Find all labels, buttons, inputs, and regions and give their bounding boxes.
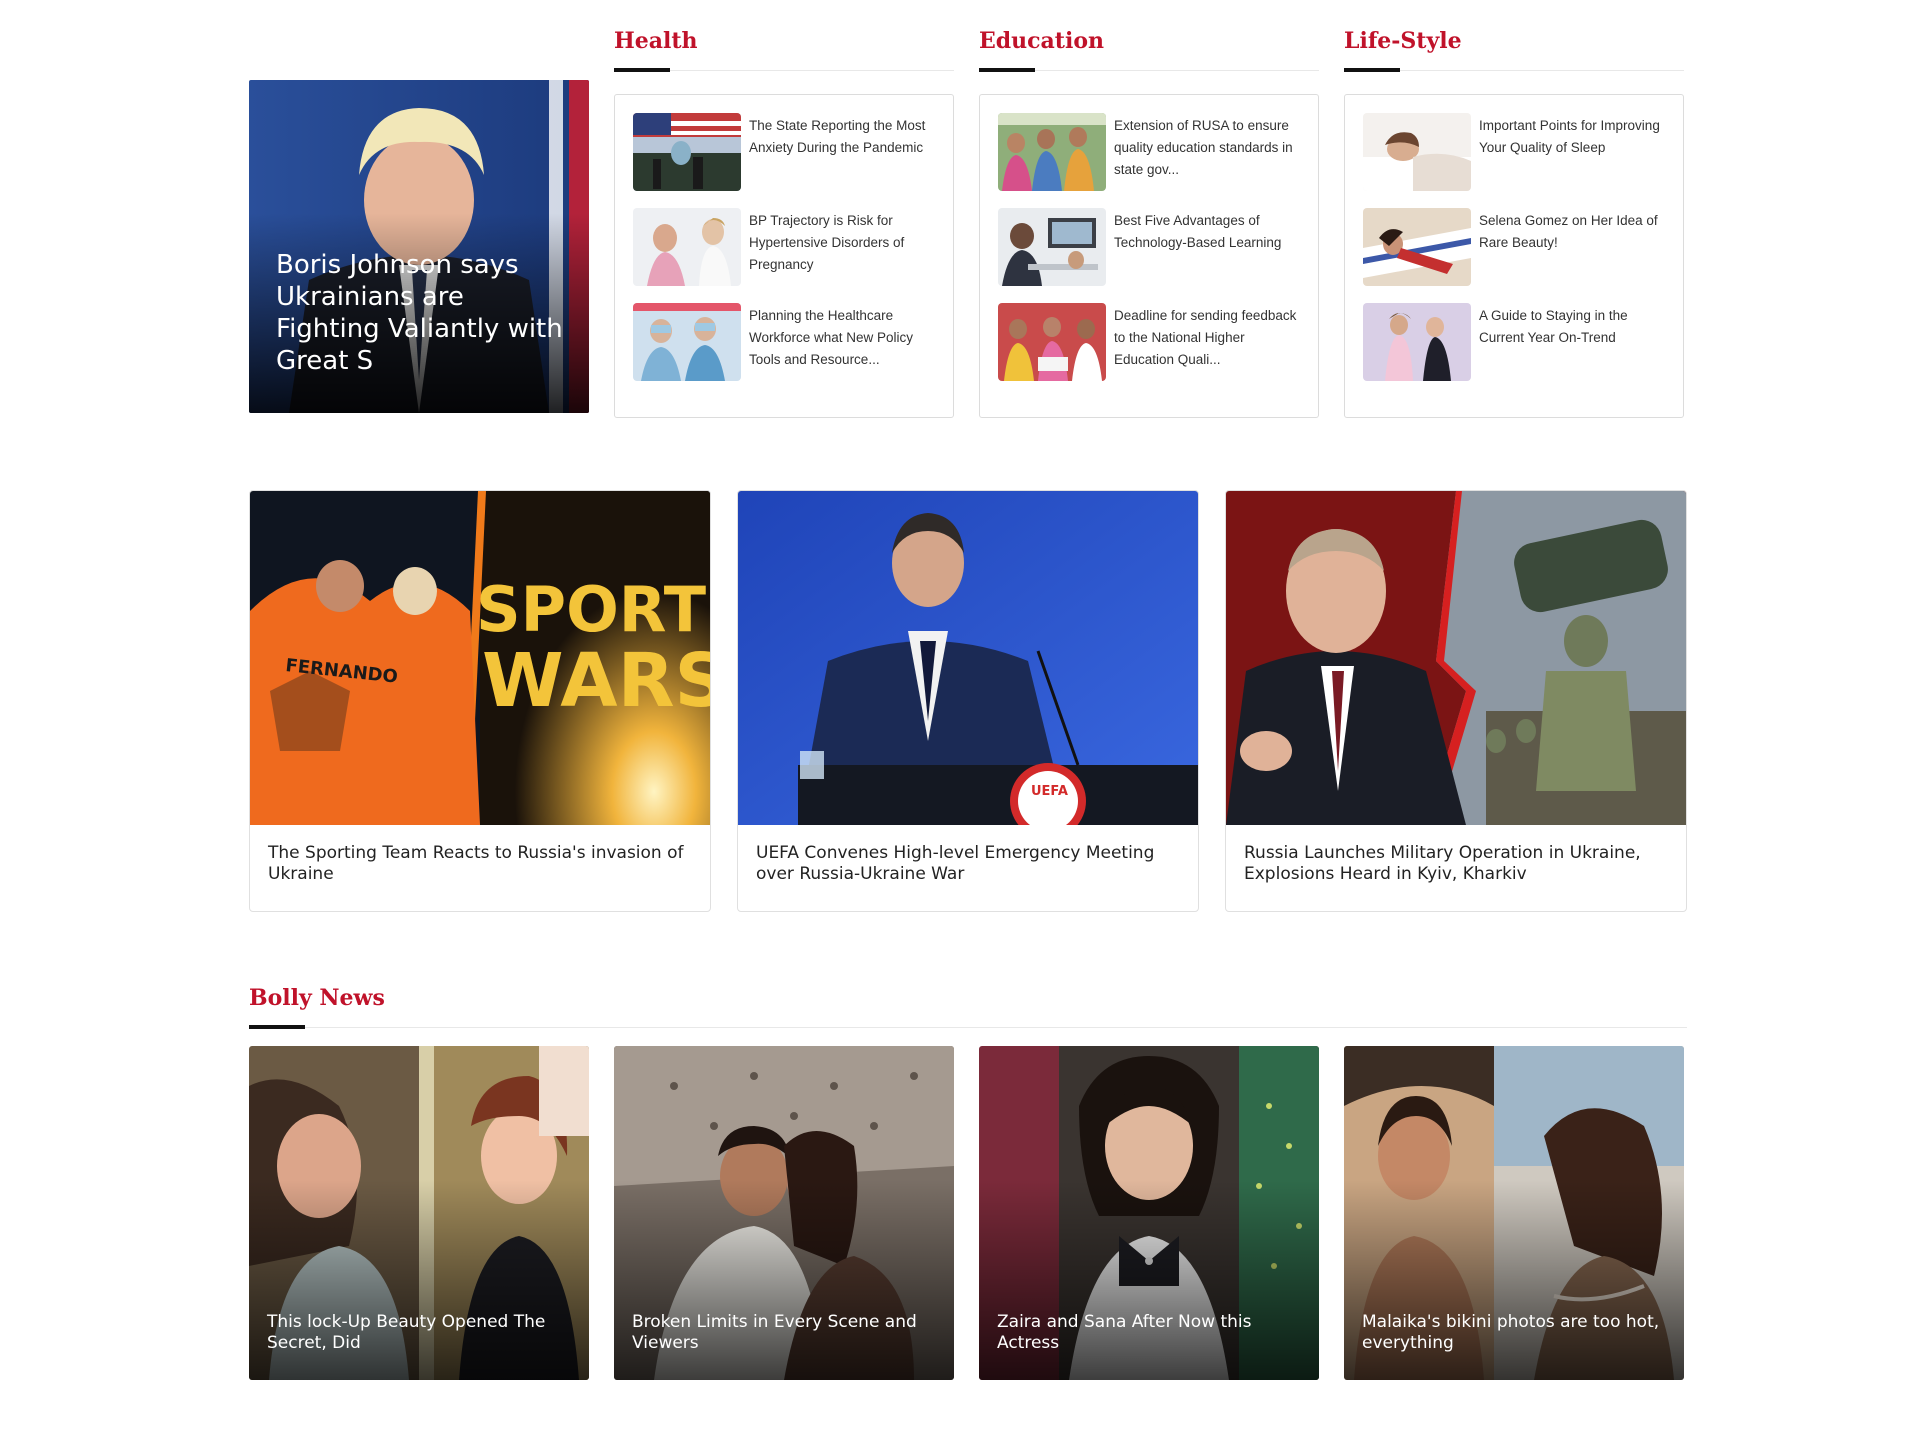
list-item-title[interactable]: Deadline for sending feedback to the Nat… (1114, 305, 1304, 371)
featured-story-title[interactable]: Boris Johnson says Ukrainians are Fighti… (276, 249, 569, 377)
sports-image-text-line1: SPORTS (476, 573, 710, 646)
news-card-title[interactable]: The Sporting Team Reacts to Russia's inv… (268, 843, 692, 885)
list-item-title[interactable]: Best Five Advantages of Technology-Based… (1114, 210, 1304, 254)
list-item[interactable]: A Guide to Staying in the Current Year O… (1363, 303, 1663, 381)
section-heading-health[interactable]: Health (614, 28, 698, 54)
list-item[interactable]: Important Points for Improving Your Qual… (1363, 113, 1663, 191)
list-thumbnail[interactable] (633, 208, 741, 286)
bolly-card[interactable]: Broken Limits in Every Scene and Viewers (614, 1046, 954, 1380)
section-heading-lifestyle[interactable]: Life-Style (1344, 28, 1462, 54)
news-card-uefa[interactable]: UEFA UEFA Convenes High-level Emergency … (737, 490, 1199, 912)
list-item-title[interactable]: Planning the Healthcare Workforce what N… (749, 305, 939, 371)
sports-image-text-line2: WARS (482, 638, 710, 724)
lifestyle-list: Important Points for Improving Your Qual… (1344, 94, 1684, 418)
bolly-card[interactable]: This lock-Up Beauty Opened The Secret, D… (249, 1046, 589, 1380)
list-item-title[interactable]: The State Reporting the Most Anxiety Dur… (749, 115, 939, 159)
news-card-title[interactable]: Russia Launches Military Operation in Uk… (1244, 843, 1668, 885)
list-item[interactable]: Deadline for sending feedback to the Nat… (998, 303, 1298, 381)
news-card-russia[interactable]: Russia Launches Military Operation in Uk… (1225, 490, 1687, 912)
bolly-card-title[interactable]: This lock-Up Beauty Opened The Secret, D… (267, 1312, 575, 1354)
list-thumbnail[interactable] (998, 208, 1106, 286)
list-thumbnail[interactable] (1363, 208, 1471, 286)
featured-story-card[interactable]: Boris Johnson says Ukrainians are Fighti… (249, 80, 589, 413)
list-item-title[interactable]: Extension of RUSA to ensure quality educ… (1114, 115, 1304, 181)
heading-accent (614, 68, 670, 72)
uefa-logo-text: UEFA (1031, 784, 1068, 799)
health-list: The State Reporting the Most Anxiety Dur… (614, 94, 954, 418)
heading-accent (249, 1025, 305, 1029)
list-thumbnail[interactable] (1363, 303, 1471, 381)
bolly-card-title[interactable]: Zaira and Sana After Now this Actress (997, 1312, 1305, 1354)
news-card-image[interactable]: FERNANDO SPORTS WARS (250, 491, 710, 825)
bolly-card-title[interactable]: Malaika's bikini photos are too hot, eve… (1362, 1312, 1670, 1354)
education-list: Extension of RUSA to ensure quality educ… (979, 94, 1319, 418)
list-thumbnail[interactable] (633, 113, 741, 191)
list-item-title[interactable]: A Guide to Staying in the Current Year O… (1479, 305, 1669, 349)
list-item[interactable]: BP Trajectory is Risk for Hypertensive D… (633, 208, 933, 286)
list-thumbnail[interactable] (633, 303, 741, 381)
news-card-image[interactable]: UEFA (738, 491, 1198, 825)
list-item-title[interactable]: Selena Gomez on Her Idea of Rare Beauty! (1479, 210, 1669, 254)
list-item-title[interactable]: Important Points for Improving Your Qual… (1479, 115, 1669, 159)
news-card-image[interactable] (1226, 491, 1686, 825)
bolly-card[interactable]: Zaira and Sana After Now this Actress (979, 1046, 1319, 1380)
heading-accent (979, 68, 1035, 72)
heading-accent (1344, 68, 1400, 72)
heading-rule (249, 1027, 1687, 1028)
list-thumbnail[interactable] (1363, 113, 1471, 191)
section-heading-bolly-news[interactable]: Bolly News (249, 985, 385, 1011)
list-thumbnail[interactable] (998, 303, 1106, 381)
list-item[interactable]: Extension of RUSA to ensure quality educ… (998, 113, 1298, 191)
news-card-title[interactable]: UEFA Convenes High-level Emergency Meeti… (756, 843, 1180, 885)
bolly-card-title[interactable]: Broken Limits in Every Scene and Viewers (632, 1312, 940, 1354)
bolly-card[interactable]: Malaika's bikini photos are too hot, eve… (1344, 1046, 1684, 1380)
list-item-title[interactable]: BP Trajectory is Risk for Hypertensive D… (749, 210, 939, 276)
list-thumbnail[interactable] (998, 113, 1106, 191)
list-item[interactable]: Selena Gomez on Her Idea of Rare Beauty! (1363, 208, 1663, 286)
section-heading-education[interactable]: Education (979, 28, 1104, 54)
list-item[interactable]: The State Reporting the Most Anxiety Dur… (633, 113, 933, 191)
news-card-sports[interactable]: FERNANDO SPORTS WARS The Sporting Team R… (249, 490, 711, 912)
list-item[interactable]: Best Five Advantages of Technology-Based… (998, 208, 1298, 286)
list-item[interactable]: Planning the Healthcare Workforce what N… (633, 303, 933, 381)
